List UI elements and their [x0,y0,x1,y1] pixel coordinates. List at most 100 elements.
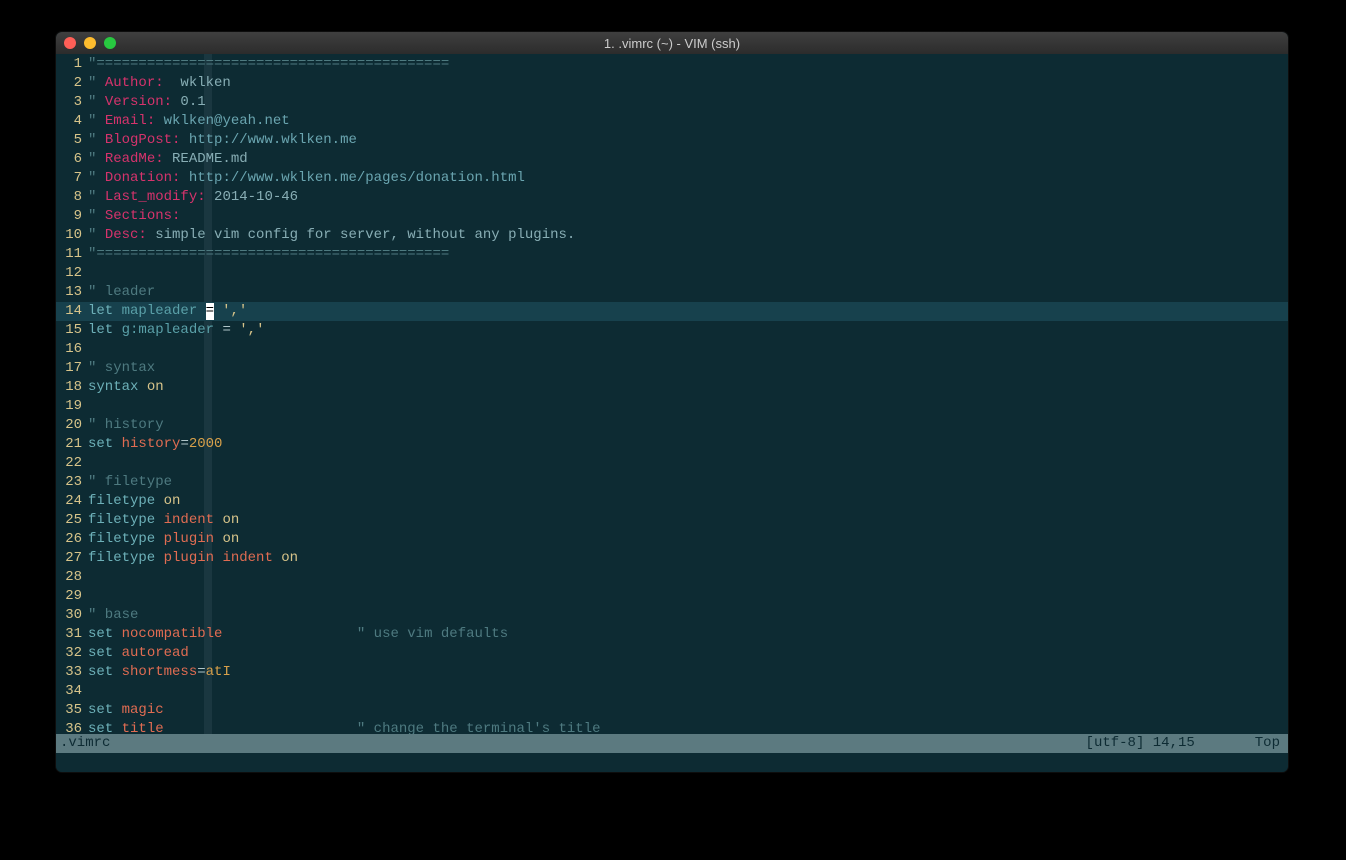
line-number: 21 [56,435,88,454]
line-content: " syntax [88,359,1288,378]
code-line[interactable]: 13" leader [56,283,1288,302]
line-number: 12 [56,264,88,283]
line-number: 24 [56,492,88,511]
code-line[interactable]: 20" history [56,416,1288,435]
line-content: " Donation: http://www.wklken.me/pages/d… [88,169,1288,188]
line-content: set autoread [88,644,1288,663]
line-number: 29 [56,587,88,606]
window-title: 1. .vimrc (~) - VIM (ssh) [56,36,1288,51]
line-content: " BlogPost: http://www.wklken.me [88,131,1288,150]
code-line[interactable]: 23" filetype [56,473,1288,492]
line-content: filetype plugin indent on [88,549,1288,568]
code-line[interactable]: 36set title " change the terminal's titl… [56,720,1288,734]
line-content: " Last_modify: 2014-10-46 [88,188,1288,207]
line-number: 2 [56,74,88,93]
code-line[interactable]: 33set shortmess=atI [56,663,1288,682]
code-line[interactable]: 34 [56,682,1288,701]
code-line[interactable]: 7" Donation: http://www.wklken.me/pages/… [56,169,1288,188]
line-content: "=======================================… [88,245,1288,264]
code-line[interactable]: 9" Sections: [56,207,1288,226]
code-line[interactable]: 21set history=2000 [56,435,1288,454]
terminal-window: 1. .vimrc (~) - VIM (ssh) 1"============… [56,32,1288,772]
code-line[interactable]: 35set magic [56,701,1288,720]
status-bar: .vimrc [utf-8] 14,15 Top [56,734,1288,753]
code-line[interactable]: 15let g:mapleader = ',' [56,321,1288,340]
code-line[interactable]: 25filetype indent on [56,511,1288,530]
buffer-lines: 1"======================================… [56,54,1288,734]
code-line[interactable]: 19 [56,397,1288,416]
line-content [88,454,1288,473]
titlebar: 1. .vimrc (~) - VIM (ssh) [56,32,1288,54]
code-line[interactable]: 11"=====================================… [56,245,1288,264]
command-line[interactable] [56,753,1288,772]
line-number: 28 [56,568,88,587]
code-line[interactable]: 3" Version: 0.1 [56,93,1288,112]
line-content: "=======================================… [88,55,1288,74]
line-number: 10 [56,226,88,245]
code-line[interactable]: 18syntax on [56,378,1288,397]
line-number: 18 [56,378,88,397]
line-number: 27 [56,549,88,568]
line-content: " ReadMe: README.md [88,150,1288,169]
line-number: 3 [56,93,88,112]
line-content: " base [88,606,1288,625]
code-line[interactable]: 6" ReadMe: README.md [56,150,1288,169]
code-line[interactable]: 8" Last_modify: 2014-10-46 [56,188,1288,207]
line-content: set nocompatible " use vim defaults [88,625,1288,644]
line-content [88,568,1288,587]
line-content: filetype indent on [88,511,1288,530]
code-line[interactable]: 26filetype plugin on [56,530,1288,549]
code-line[interactable]: 24filetype on [56,492,1288,511]
editor-area[interactable]: 1"======================================… [56,54,1288,734]
line-content: " Email: wklken@yeah.net [88,112,1288,131]
code-line[interactable]: 27filetype plugin indent on [56,549,1288,568]
line-number: 26 [56,530,88,549]
code-line[interactable]: 32set autoread [56,644,1288,663]
line-content: filetype on [88,492,1288,511]
line-number: 20 [56,416,88,435]
line-content: set history=2000 [88,435,1288,454]
code-line[interactable]: 10" Desc: simple vim config for server, … [56,226,1288,245]
code-line[interactable]: 4" Email: wklken@yeah.net [56,112,1288,131]
code-line[interactable]: 5" BlogPost: http://www.wklken.me [56,131,1288,150]
line-number: 15 [56,321,88,340]
line-number: 8 [56,188,88,207]
code-line[interactable]: 29 [56,587,1288,606]
line-number: 31 [56,625,88,644]
line-number: 34 [56,682,88,701]
code-line[interactable]: 16 [56,340,1288,359]
cursor: = [206,303,214,320]
line-number: 1 [56,55,88,74]
code-line[interactable]: 14let mapleader = ',' [56,302,1288,321]
line-content: set title " change the terminal's title [88,720,1288,734]
line-content [88,397,1288,416]
code-line[interactable]: 28 [56,568,1288,587]
code-line[interactable]: 30" base [56,606,1288,625]
line-number: 7 [56,169,88,188]
line-number: 4 [56,112,88,131]
line-content: set magic [88,701,1288,720]
line-number: 17 [56,359,88,378]
code-line[interactable]: 22 [56,454,1288,473]
status-filename: .vimrc [60,734,110,753]
line-content: " history [88,416,1288,435]
code-line[interactable]: 17" syntax [56,359,1288,378]
code-line[interactable]: 2" Author: wklken [56,74,1288,93]
code-line[interactable]: 31set nocompatible " use vim defaults [56,625,1288,644]
line-content: let g:mapleader = ',' [88,321,1288,340]
line-content: " Desc: simple vim config for server, wi… [88,226,1288,245]
code-line[interactable]: 12 [56,264,1288,283]
line-number: 36 [56,720,88,734]
line-content: " filetype [88,473,1288,492]
line-number: 14 [56,302,88,321]
line-number: 33 [56,663,88,682]
status-scroll: Top [1255,734,1280,753]
line-number: 6 [56,150,88,169]
line-content: " Version: 0.1 [88,93,1288,112]
line-content: let mapleader = ',' [88,302,1288,321]
line-number: 32 [56,644,88,663]
line-content: syntax on [88,378,1288,397]
line-number: 16 [56,340,88,359]
line-number: 5 [56,131,88,150]
code-line[interactable]: 1"======================================… [56,55,1288,74]
